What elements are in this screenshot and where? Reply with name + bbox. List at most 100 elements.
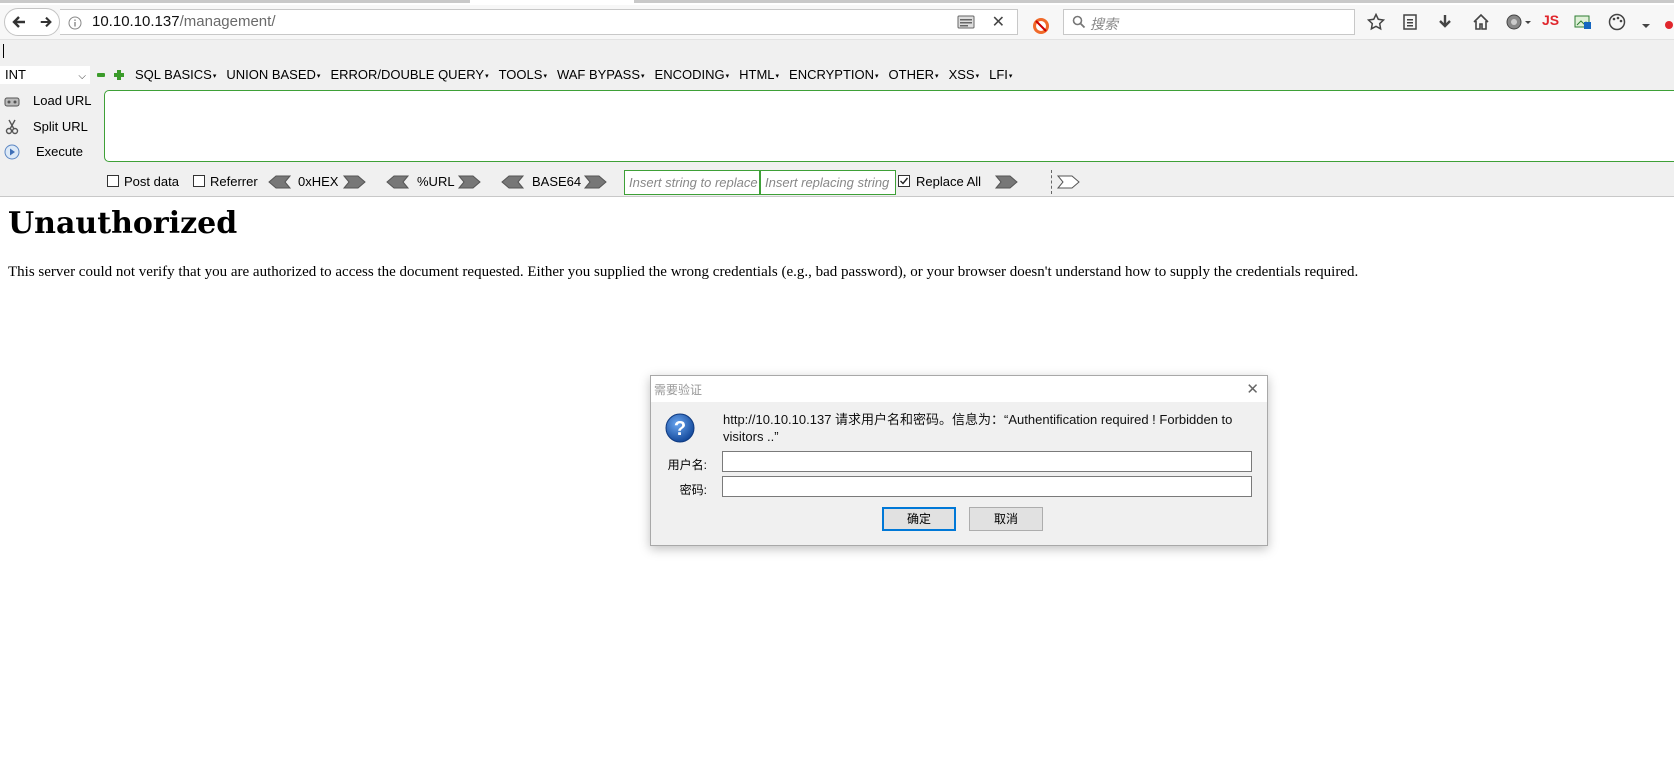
url-encode-label: %URL: [417, 174, 455, 189]
nav-buttons: [4, 8, 60, 36]
load-url-button[interactable]: Load URL: [0, 90, 95, 112]
url-encode-arrow-icon[interactable]: [457, 175, 481, 192]
hackbar-menu: SQL BASICS▾ UNION BASED▾ ERROR/DOUBLE QUER…: [135, 67, 1022, 85]
dialog-message: http://10.10.10.137 请求用户名和密码。信息为：“Authen…: [723, 412, 1233, 444]
int-type-select[interactable]: INT ⌵: [0, 66, 90, 84]
hex-decode-arrow-icon[interactable]: [268, 175, 292, 192]
hackbar-menu-label: WAF BYPASS: [556, 67, 641, 82]
dropdown-arrow-icon: ▾: [485, 72, 489, 80]
downloads-icon[interactable]: [1437, 13, 1453, 36]
dropdown-arrow-icon: ▾: [875, 72, 879, 80]
password-label: 密码:: [679, 483, 707, 497]
hackbar-menu-item[interactable]: ENCRYPTION▾: [789, 67, 879, 85]
page-body-text: This server could not verify that you ar…: [8, 264, 1359, 280]
referrer-checkbox[interactable]: [193, 175, 205, 187]
username-input[interactable]: [722, 451, 1252, 472]
base64-encode-arrow-icon[interactable]: [583, 175, 607, 192]
hackbar-menu-label: UNION BASED: [226, 67, 316, 82]
url-textarea[interactable]: [104, 90, 1674, 162]
dropdown-arrow-icon: ▾: [725, 72, 730, 80]
hackbar-menu-label: OTHER: [888, 67, 935, 82]
home-icon[interactable]: [1472, 13, 1490, 36]
tab-active-edge[interactable]: [0, 0, 470, 3]
hackbar-menu-item[interactable]: ENCODING▾: [655, 67, 730, 85]
hackbar-menu-item[interactable]: TOOLS▾: [499, 67, 547, 85]
load-url-label: Load URL: [33, 93, 92, 108]
forward-button[interactable]: [33, 9, 59, 35]
replace-all-label: Replace All: [916, 174, 982, 189]
extension-globe-icon[interactable]: [1505, 13, 1531, 36]
hackbar-panel: INT ⌵ SQL BASICS▾ UNION BASED▾ ERROR/DOUBL…: [0, 62, 1674, 197]
replace-from-input[interactable]: Insert string to replace: [624, 170, 760, 195]
site-info-icon[interactable]: [68, 16, 82, 35]
dialog-titlebar[interactable]: 需要验证 ✕: [651, 376, 1267, 402]
hackbar-menu-item[interactable]: UNION BASED▾: [226, 67, 320, 85]
password-input[interactable]: [722, 476, 1252, 497]
text-cursor: [3, 44, 4, 58]
base64-decode-arrow-icon[interactable]: [501, 175, 525, 192]
replace-to-input[interactable]: Insert replacing string: [760, 170, 896, 195]
hackbar-menu-item[interactable]: LFI▾: [989, 67, 1012, 85]
tab-inactive-edge[interactable]: [634, 0, 1674, 3]
forward-arrow-icon: [40, 16, 52, 28]
svg-text:?: ?: [674, 418, 686, 440]
url-path: /management/: [179, 13, 276, 30]
execute-button[interactable]: Execute: [0, 141, 95, 163]
referrer-label: Referrer: [210, 174, 258, 189]
hackbar-menu-item[interactable]: SQL BASICS▾: [135, 67, 216, 85]
post-data-label: Post data: [124, 174, 179, 189]
search-icon: [1072, 15, 1086, 34]
hackbar-menu-item[interactable]: OTHER▾: [889, 67, 939, 85]
hackbar-menu-label: ENCRYPTION: [789, 67, 875, 82]
dropdown-arrow-icon: ▾: [1008, 72, 1013, 80]
hackbar-menu-label: HTML: [739, 67, 775, 82]
url-host: 10.10.10.137: [92, 13, 180, 30]
js-toggle-icon[interactable]: JS: [1542, 12, 1559, 28]
more-options-arrow-icon[interactable]: [1056, 175, 1080, 192]
extra-toolbar-icon[interactable]: [1664, 17, 1674, 35]
hackbar-options-row: Post data Referrer 0xHEX %URL BASE64 Ins…: [0, 170, 1674, 195]
back-button[interactable]: [5, 9, 33, 35]
overflow-menu-icon[interactable]: [1640, 17, 1652, 35]
bookmark-star-icon[interactable]: [1366, 12, 1386, 36]
url-text[interactable]: 10.10.10.137/management/: [92, 13, 275, 30]
hackbar-top-strip: [0, 40, 1674, 62]
dropdown-arrow-icon: ▾: [775, 72, 780, 80]
split-url-button[interactable]: Split URL: [0, 116, 95, 138]
chevron-down-icon: ⌵: [78, 71, 86, 82]
image-extension-icon[interactable]: [1574, 13, 1592, 36]
hex-encode-arrow-icon[interactable]: [342, 175, 366, 192]
hackbar-menu-label: SQL BASICS: [135, 67, 212, 82]
url-decode-arrow-icon[interactable]: [386, 175, 410, 192]
base64-label: BASE64: [532, 174, 582, 189]
ok-button[interactable]: 确定: [882, 507, 956, 531]
hackbar-menu-item[interactable]: ERROR/DOUBLE QUERY▾: [330, 67, 488, 85]
play-icon: [4, 144, 20, 163]
hackbar-menu-label: LFI: [989, 67, 1008, 82]
reader-view-icon[interactable]: [957, 15, 975, 34]
cancel-button[interactable]: 取消: [969, 507, 1043, 531]
increase-icon[interactable]: [114, 70, 124, 80]
search-bar[interactable]: 搜索: [1063, 9, 1355, 35]
hackbar-menu-item[interactable]: WAF BYPASS▾: [557, 67, 645, 85]
auth-dialog: 需要验证 ✕ ? http://10.10.10.137 请求用户名和密码。信息…: [650, 375, 1268, 546]
dropdown-arrow-icon: ▾: [975, 72, 980, 80]
dropdown-arrow-icon: ▾: [935, 72, 939, 80]
question-icon: ?: [665, 413, 695, 448]
hackbar-menu-item[interactable]: XSS▾: [949, 67, 980, 85]
hackbar-menu-label: XSS: [948, 67, 975, 82]
stop-icon[interactable]: ✕: [992, 12, 1005, 32]
reading-list-icon[interactable]: [1402, 13, 1418, 36]
noscript-icon[interactable]: [1032, 17, 1050, 40]
replace-all-checkbox[interactable]: [898, 175, 910, 187]
post-data-checkbox[interactable]: [107, 175, 119, 187]
hackbar-menu-item[interactable]: HTML▾: [739, 67, 779, 85]
dialog-title: 需要验证: [654, 383, 703, 397]
decrease-icon[interactable]: [97, 73, 105, 77]
url-bar[interactable]: 10.10.10.137/management/ ✕: [60, 9, 1018, 35]
username-label: 用户名:: [667, 458, 707, 472]
close-icon[interactable]: ✕: [1246, 380, 1259, 398]
page-title: Unauthorized: [8, 206, 238, 241]
replace-run-arrow-icon[interactable]: [994, 175, 1018, 192]
palette-icon[interactable]: [1608, 13, 1626, 36]
